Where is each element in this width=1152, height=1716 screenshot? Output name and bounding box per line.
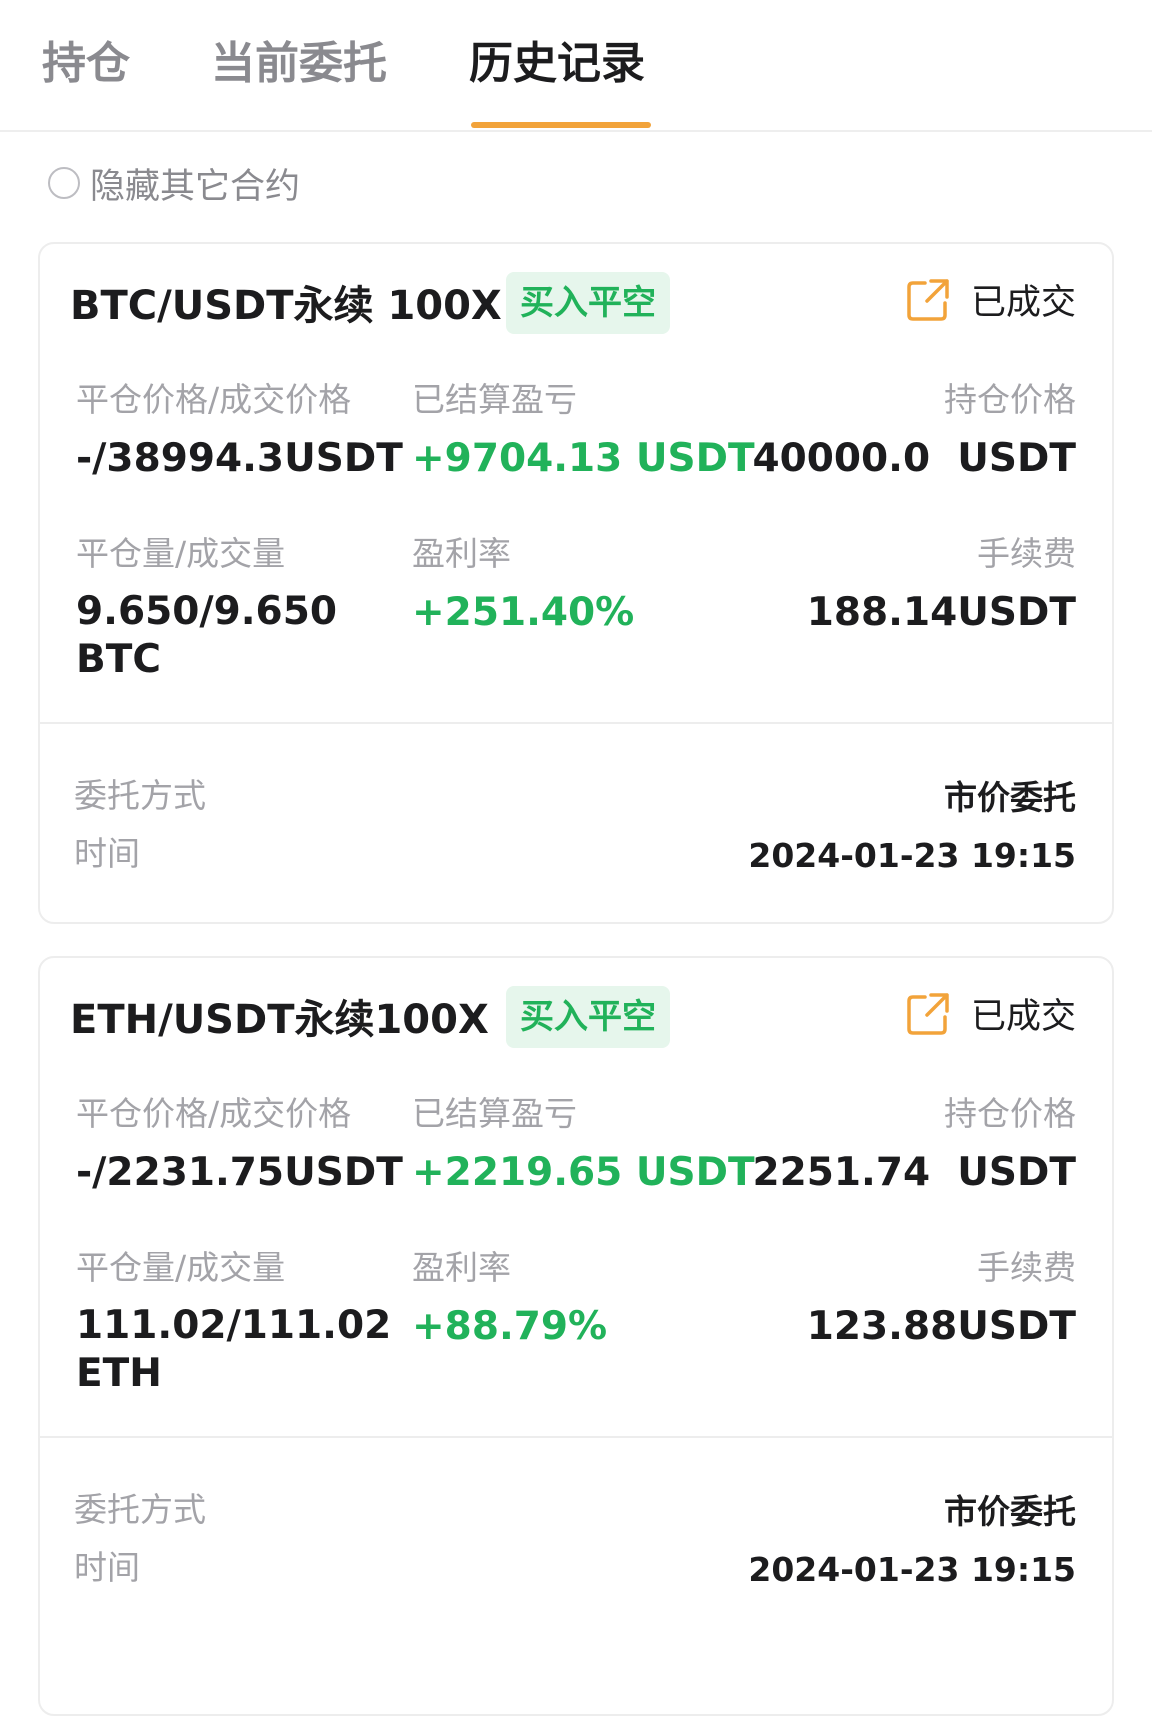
position-price-label: 持仓价格	[944, 1094, 1076, 1133]
side-tag: 买入平空	[506, 272, 670, 334]
status-text: 已成交	[970, 997, 1076, 1037]
pair-title: ETH/USDT永续100X	[70, 997, 489, 1043]
share-external-icon[interactable]	[905, 991, 951, 1037]
active-tab-indicator	[471, 122, 651, 128]
order-card: ETH/USDT永续100X 买入平空 已成交 平仓价格/成交价格 已结算盈亏 …	[38, 956, 1114, 1716]
order-type-value: 市价委托	[944, 1492, 1076, 1531]
hide-other-contracts-toggle[interactable]: 隐藏其它合约	[48, 158, 300, 208]
order-status: 已成交	[905, 988, 1076, 1039]
position-price-value: 2251.74 USDT	[752, 1150, 1076, 1195]
close-price-label: 平仓价格/成交价格	[76, 1094, 352, 1133]
close-amount-label: 平仓量/成交量	[76, 1248, 286, 1287]
profit-rate-value: +251.40%	[412, 590, 635, 635]
close-price-label: 平仓价格/成交价格	[76, 380, 352, 419]
fee-value: 188.14USDT	[806, 590, 1076, 635]
fee-label: 手续费	[977, 1248, 1076, 1287]
tab-bar: 持仓 当前委托 历史记录	[0, 0, 1152, 132]
fee-label: 手续费	[977, 534, 1076, 573]
order-type-value: 市价委托	[944, 778, 1076, 817]
radio-button[interactable]	[48, 167, 80, 199]
tab-positions[interactable]: 持仓	[42, 36, 130, 92]
close-amount-value: 9.650/9.650 BTC	[76, 589, 337, 682]
close-price-value: -/38994.3USDT	[76, 436, 403, 481]
time-label: 时间	[74, 1548, 140, 1587]
profit-rate-label: 盈利率	[412, 1248, 511, 1287]
position-price-label: 持仓价格	[944, 380, 1076, 419]
order-type-label: 委托方式	[74, 776, 206, 815]
share-external-icon[interactable]	[905, 277, 951, 323]
card-divider	[40, 1436, 1112, 1438]
order-status: 已成交	[905, 274, 1076, 325]
settled-pnl-value: +9704.13 USDT	[412, 436, 755, 481]
order-type-label: 委托方式	[74, 1490, 206, 1529]
time-value: 2024-01-23 19:15	[748, 1550, 1076, 1589]
time-value: 2024-01-23 19:15	[748, 836, 1076, 875]
close-amount-label: 平仓量/成交量	[76, 534, 286, 573]
hide-other-contracts-label: 隐藏其它合约	[90, 166, 301, 207]
settled-pnl-value: +2219.65 USDT	[412, 1150, 755, 1195]
profit-rate-label: 盈利率	[412, 534, 511, 573]
status-text: 已成交	[970, 283, 1076, 323]
close-price-value: -/2231.75USDT	[76, 1150, 403, 1195]
time-label: 时间	[74, 834, 140, 873]
order-card: BTC/USDT永续 100X 买入平空 已成交 平仓价格/成交价格 已结算盈亏…	[38, 242, 1114, 924]
pair-title: BTC/USDT永续 100X	[70, 283, 502, 329]
tab-open-orders[interactable]: 当前委托	[211, 36, 387, 92]
side-tag: 买入平空	[506, 986, 670, 1048]
close-amount-value: 111.02/111.02 ETH	[76, 1303, 392, 1396]
settled-pnl-label: 已结算盈亏	[412, 380, 577, 419]
profit-rate-value: +88.79%	[412, 1304, 608, 1349]
settled-pnl-label: 已结算盈亏	[412, 1094, 577, 1133]
fee-value: 123.88USDT	[806, 1304, 1076, 1349]
tab-history[interactable]: 历史记录	[469, 36, 645, 92]
position-price-value: 40000.0 USDT	[752, 436, 1076, 481]
card-divider	[40, 722, 1112, 724]
